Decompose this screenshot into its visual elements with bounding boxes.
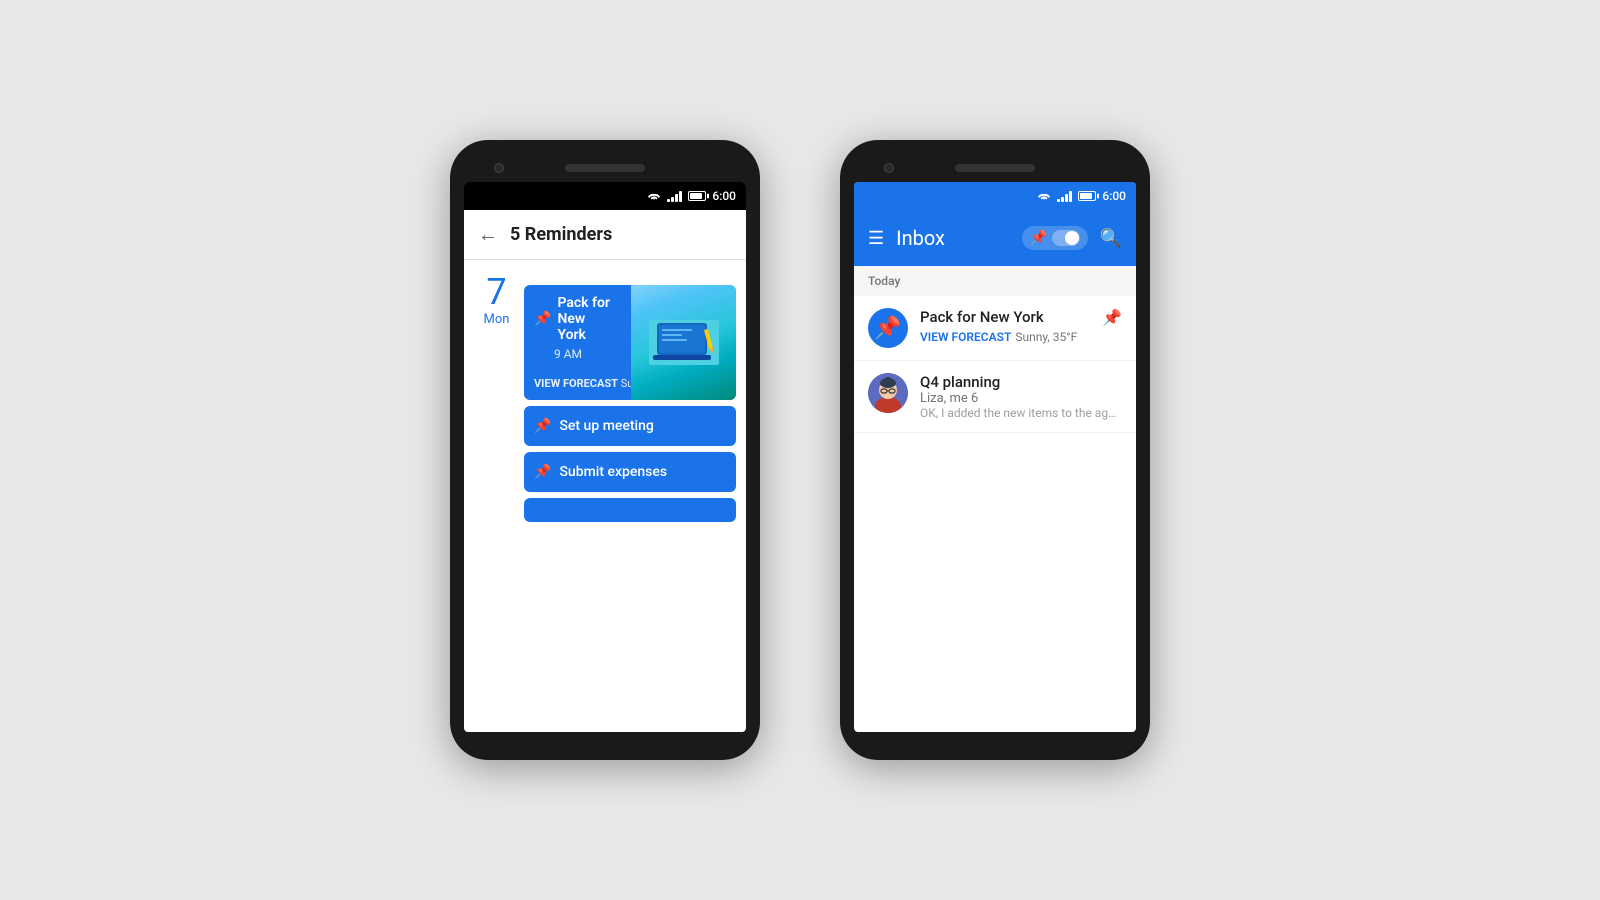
search-button[interactable]: 🔍 — [1100, 228, 1122, 249]
reminders-list: 📌 Pack for New York 9 AM VIEW FORECAST S… — [464, 275, 746, 732]
card-illustration — [631, 285, 736, 400]
inbox-item-title-q4: Q4 planning — [920, 373, 1122, 391]
reminders-title: 5 Reminders — [510, 224, 612, 245]
inbox-header: ☰ Inbox 📌 🔍 — [854, 210, 1136, 266]
reminders-content: 7 Mon 📌 Pack for New York 9 AM VIEW FORE… — [464, 260, 746, 732]
pin-toggle[interactable]: 📌 — [1022, 226, 1087, 250]
inbox-item-q4[interactable]: Q4 planning Liza, me 6 OK, I added the n… — [854, 361, 1136, 433]
status-time-2: 6:00 — [1102, 189, 1126, 203]
reminder-card-meeting[interactable]: 📌 Set up meeting — [524, 406, 736, 446]
inbox-forecast-text: Sunny, 35°F — [1015, 330, 1077, 344]
reminder-card-expenses[interactable]: 📌 Submit expenses — [524, 452, 736, 492]
reminder-card-extra[interactable] — [524, 498, 736, 522]
signal-icon-2 — [1057, 190, 1072, 202]
signal-icon — [667, 190, 682, 202]
toggle-oval — [1052, 230, 1080, 246]
inbox-item-title-pack-ny: Pack for New York — [920, 308, 1090, 326]
reminder-pin-icon: 📌 — [534, 311, 551, 327]
phone-2-camera — [884, 163, 894, 173]
wifi-icon-2 — [1037, 190, 1051, 202]
phone-1-camera — [494, 163, 504, 173]
phone-1-status-bar: 6:00 — [464, 182, 746, 210]
inbox-item-content-pack-ny: Pack for New York VIEW FORECAST Sunny, 3… — [920, 308, 1090, 345]
phone-2: 6:00 ☰ Inbox 📌 🔍 Today 📌 Pack for New Yo… — [840, 140, 1150, 760]
inbox-item-preview-q4: OK, I added the new items to the agenda. — [920, 406, 1122, 420]
status-time-1: 6:00 — [712, 189, 736, 203]
inbox-avatar-q4 — [868, 373, 908, 413]
phone-1-screen: 6:00 ← 5 Reminders 7 Mon 📌 Pack for New … — [464, 182, 746, 732]
laptop-svg — [649, 315, 719, 370]
today-section-label: Today — [854, 266, 1136, 296]
wifi-icon — [647, 190, 661, 202]
phone-2-speaker — [955, 164, 1035, 172]
phone-1: 6:00 ← 5 Reminders 7 Mon 📌 Pack for New … — [450, 140, 760, 760]
person-avatar-svg — [868, 373, 908, 413]
inbox-item-forecast-row: VIEW FORECAST Sunny, 35°F — [920, 326, 1090, 345]
toggle-circle — [1065, 231, 1079, 245]
meeting-pin-icon: 📌 — [534, 418, 551, 434]
phone-2-top-bar — [854, 154, 1136, 182]
inbox-title: Inbox — [896, 226, 1010, 250]
inbox-avatar-icon: 📌 — [874, 316, 901, 341]
inbox-forecast-label[interactable]: VIEW FORECAST — [920, 330, 1011, 344]
inbox-item-sender-q4: Liza, me 6 — [920, 391, 1122, 406]
phone-2-status-bar: 6:00 — [854, 182, 1136, 210]
expenses-pin-icon: 📌 — [534, 464, 551, 480]
battery-icon — [688, 191, 706, 201]
reminder-card-pack-ny[interactable]: 📌 Pack for New York 9 AM VIEW FORECAST S… — [524, 285, 736, 400]
menu-button[interactable]: ☰ — [868, 228, 884, 249]
phone-1-speaker — [565, 164, 645, 172]
expenses-title: Submit expenses — [559, 464, 667, 480]
battery-icon-2 — [1078, 191, 1096, 201]
inbox-item-pack-ny[interactable]: 📌 Pack for New York VIEW FORECAST Sunny,… — [854, 296, 1136, 361]
phone-1-top-bar — [464, 154, 746, 182]
inbox-item-content-q4: Q4 planning Liza, me 6 OK, I added the n… — [920, 373, 1122, 420]
inbox-pin-icon: 📌 — [1102, 308, 1122, 327]
meeting-title: Set up meeting — [559, 418, 653, 434]
pin-toggle-icon: 📌 — [1030, 230, 1047, 246]
forecast-label[interactable]: VIEW FORECAST — [534, 377, 618, 390]
reminders-app-header: ← 5 Reminders — [464, 210, 746, 260]
phone-2-screen: 6:00 ☰ Inbox 📌 🔍 Today 📌 Pack for New Yo… — [854, 182, 1136, 732]
back-button[interactable]: ← — [478, 222, 498, 247]
inbox-avatar-pack-ny: 📌 — [868, 308, 908, 348]
